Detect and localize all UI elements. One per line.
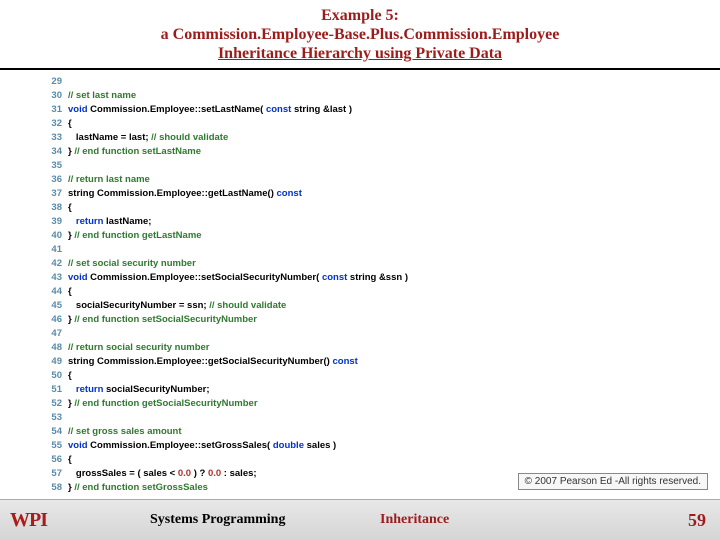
line-number: 42: [44, 257, 62, 271]
code-line: 33 lastName = last; // should validate: [44, 131, 710, 145]
line-number: 55: [44, 439, 62, 453]
footer-course: Systems Programming: [150, 512, 285, 528]
code-line: 30// set last name: [44, 89, 710, 103]
code-line: 53: [44, 411, 710, 425]
code-line: 52} // end function getSocialSecurityNum…: [44, 397, 710, 411]
line-number: 44: [44, 285, 62, 299]
logo-text: WPI: [10, 509, 47, 532]
line-number: 35: [44, 159, 62, 173]
line-number: 33: [44, 131, 62, 145]
line-number: 36: [44, 173, 62, 187]
slide: Example 5: a Commission.Employee-Base.Pl…: [0, 0, 720, 540]
code-line: 46} // end function setSocialSecurityNum…: [44, 313, 710, 327]
footer-page-number: 59: [688, 510, 706, 531]
code-line: 40} // end function getLastName: [44, 229, 710, 243]
line-number: 38: [44, 201, 62, 215]
line-number: 40: [44, 229, 62, 243]
title-line-2: a Commission.Employee-Base.Plus.Commissi…: [0, 25, 720, 44]
code-line: 35: [44, 159, 710, 173]
line-number: 53: [44, 411, 62, 425]
line-number: 32: [44, 117, 62, 131]
line-number: 54: [44, 425, 62, 439]
line-number: 57: [44, 467, 62, 481]
code-line: 29: [44, 75, 710, 89]
code-line: 45 socialSecurityNumber = ssn; // should…: [44, 299, 710, 313]
line-number: 50: [44, 369, 62, 383]
code-line: 43void Commission.Employee::setSocialSec…: [44, 271, 710, 285]
code-line: 37string Commission.Employee::getLastNam…: [44, 187, 710, 201]
code-line: 42// set social security number: [44, 257, 710, 271]
line-number: 56: [44, 453, 62, 467]
line-number: 45: [44, 299, 62, 313]
code-line: 36// return last name: [44, 173, 710, 187]
line-number: 49: [44, 355, 62, 369]
code-line: 54// set gross sales amount: [44, 425, 710, 439]
line-number: 39: [44, 215, 62, 229]
copyright-notice: © 2007 Pearson Ed -All rights reserved.: [518, 473, 708, 490]
code-line: 50{: [44, 369, 710, 383]
line-number: 46: [44, 313, 62, 327]
code-line: 47: [44, 327, 710, 341]
slide-header: Example 5: a Commission.Employee-Base.Pl…: [0, 0, 720, 70]
code-line: 55void Commission.Employee::setGrossSale…: [44, 439, 710, 453]
code-listing: 2930// set last name31void Commission.Em…: [44, 75, 710, 492]
code-line: 51 return socialSecurityNumber;: [44, 383, 710, 397]
line-number: 51: [44, 383, 62, 397]
slide-footer: WPI Systems Programming Inheritance 59: [0, 499, 720, 540]
code-line: 34} // end function setLastName: [44, 145, 710, 159]
line-number: 41: [44, 243, 62, 257]
line-number: 52: [44, 397, 62, 411]
line-number: 58: [44, 481, 62, 495]
code-line: 41: [44, 243, 710, 257]
line-number: 34: [44, 145, 62, 159]
line-number: 47: [44, 327, 62, 341]
code-line: 56{: [44, 453, 710, 467]
code-line: 49string Commission.Employee::getSocialS…: [44, 355, 710, 369]
line-number: 31: [44, 103, 62, 117]
line-number: 43: [44, 271, 62, 285]
code-line: 39 return lastName;: [44, 215, 710, 229]
line-number: 48: [44, 341, 62, 355]
code-line: 44{: [44, 285, 710, 299]
wpi-logo: WPI: [10, 509, 47, 532]
code-line: 48// return social security number: [44, 341, 710, 355]
line-number: 30: [44, 89, 62, 103]
footer-topic: Inheritance: [380, 512, 449, 528]
title-line-1: Example 5:: [0, 6, 720, 25]
code-line: 38{: [44, 201, 710, 215]
code-line: 31void Commission.Employee::setLastName(…: [44, 103, 710, 117]
line-number: 37: [44, 187, 62, 201]
code-line: 32{: [44, 117, 710, 131]
title-line-3: Inheritance Hierarchy using Private Data: [0, 44, 720, 63]
line-number: 29: [44, 75, 62, 89]
